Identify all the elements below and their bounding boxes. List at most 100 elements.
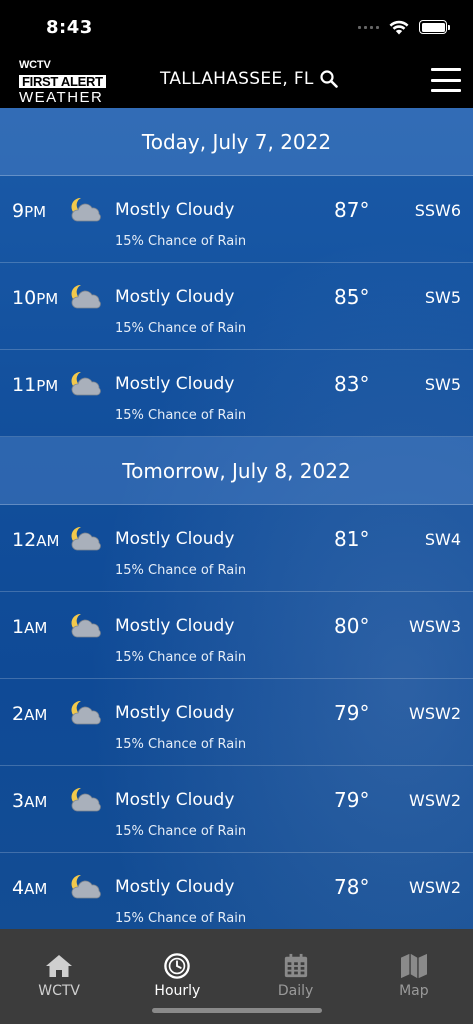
home-indicator xyxy=(152,1008,322,1013)
mostly-cloudy-night-icon xyxy=(68,370,104,398)
hour-ampm: AM xyxy=(36,532,60,550)
hour-condition: Mostly Cloudy xyxy=(115,790,235,810)
hour-number: 3 xyxy=(12,790,25,812)
app-header: WCTV FIRST ALERT WEATHER TALLAHASSEE, FL xyxy=(0,54,473,108)
status-time: 8:43 xyxy=(46,16,93,38)
hour-temperature: 85° xyxy=(334,285,370,309)
hour-temperature: 79° xyxy=(334,788,370,812)
hour-rain-chance: 15% Chance of Rain xyxy=(115,737,247,752)
hour-ampm: PM xyxy=(36,377,59,395)
wifi-icon xyxy=(389,20,409,34)
hour-wind: SW4 xyxy=(424,530,461,549)
logo-line3: WEATHER xyxy=(19,89,104,106)
status-icons xyxy=(358,20,450,35)
mostly-cloudy-night-icon xyxy=(68,786,104,814)
hour-temperature: 78° xyxy=(334,875,370,899)
day-header-today: Today, July 7, 2022 xyxy=(0,108,473,176)
tab-label: WCTV xyxy=(38,983,80,999)
hour-time: 2AM xyxy=(12,703,47,725)
hour-time: 3AM xyxy=(12,790,47,812)
hour-ampm: PM xyxy=(24,203,47,221)
tab-label: Daily xyxy=(277,983,314,999)
location-selector[interactable]: TALLAHASSEE, FL xyxy=(160,69,338,89)
battery-icon xyxy=(419,20,450,34)
hour-rain-chance: 15% Chance of Rain xyxy=(115,911,247,926)
calendar-icon xyxy=(284,953,307,978)
hour-condition: Mostly Cloudy xyxy=(115,616,235,636)
cellular-signal-icon xyxy=(358,25,379,29)
mostly-cloudy-night-icon xyxy=(68,283,104,311)
hour-rain-chance: 15% Chance of Rain xyxy=(115,563,247,578)
tab-map[interactable]: Map xyxy=(355,929,473,1024)
hour-ampm: AM xyxy=(24,793,48,811)
tab-label: Map xyxy=(399,983,429,999)
hour-temperature: 83° xyxy=(334,372,370,396)
hour-time: 1AM xyxy=(12,616,47,638)
mostly-cloudy-night-icon xyxy=(68,196,104,224)
hour-temperature: 79° xyxy=(334,701,370,725)
hour-number: 9 xyxy=(12,200,25,222)
menu-button[interactable] xyxy=(431,68,461,92)
hourly-forecast-list[interactable]: Today, July 7, 2022 9PM Mostly Cloudy 15% … xyxy=(0,108,473,929)
hour-time: 4AM xyxy=(12,877,47,899)
logo-line1: WCTV xyxy=(19,59,51,71)
hour-rain-chance: 15% Chance of Rain xyxy=(115,234,247,249)
hour-condition: Mostly Cloudy xyxy=(115,200,235,220)
hour-row[interactable]: 2AM Mostly Cloudy 15% Chance of Rain 79° WSW… xyxy=(0,679,473,766)
hour-row[interactable]: 3AM Mostly Cloudy 15% Chance of Rain 79° WSW… xyxy=(0,766,473,853)
hour-wind: WSW3 xyxy=(409,617,461,636)
mostly-cloudy-night-icon xyxy=(68,525,104,553)
hour-ampm: AM xyxy=(24,706,48,724)
location-label: TALLAHASSEE, FL xyxy=(160,69,314,89)
clock-icon xyxy=(164,953,191,979)
hour-ampm: AM xyxy=(24,880,48,898)
hour-row[interactable]: 4AM Mostly Cloudy 15% Chance of Rain 78° WSW… xyxy=(0,853,473,929)
hour-number: 12 xyxy=(12,529,37,551)
hour-number: 2 xyxy=(12,703,25,725)
hour-time: 11PM xyxy=(12,374,58,396)
hour-time: 12AM xyxy=(12,529,59,551)
hour-condition: Mostly Cloudy xyxy=(115,703,235,723)
hour-condition: Mostly Cloudy xyxy=(115,374,235,394)
tab-wctv[interactable]: WCTV xyxy=(0,929,118,1024)
tab-label: Hourly xyxy=(154,983,201,999)
hour-time: 9PM xyxy=(12,200,46,222)
hour-condition: Mostly Cloudy xyxy=(115,877,235,897)
mostly-cloudy-night-icon xyxy=(68,699,104,727)
hour-wind: SSW6 xyxy=(414,201,461,220)
hour-row[interactable]: 10PM Mostly Cloudy 15% Chance of Rain 85° SW… xyxy=(0,263,473,350)
hour-row[interactable]: 1AM Mostly Cloudy 15% Chance of Rain 80° WSW… xyxy=(0,592,473,679)
hour-wind: SW5 xyxy=(424,375,461,394)
wctv-logo[interactable]: WCTV FIRST ALERT WEATHER xyxy=(19,59,109,106)
day-title: Today, July 7, 2022 xyxy=(141,129,332,154)
hamburger-icon xyxy=(431,68,461,71)
day-title: Tomorrow, July 8, 2022 xyxy=(122,458,351,483)
hour-ampm: PM xyxy=(36,290,59,308)
day-header-tomorrow: Tomorrow, July 8, 2022 xyxy=(0,437,473,505)
hour-rain-chance: 15% Chance of Rain xyxy=(115,321,247,336)
hour-row[interactable]: 11PM Mostly Cloudy 15% Chance of Rain 83° SW… xyxy=(0,350,473,437)
hour-row[interactable]: 12AM Mostly Cloudy 15% Chance of Rain 81° SW… xyxy=(0,505,473,592)
hour-row[interactable]: 9PM Mostly Cloudy 15% Chance of Rain 87° SSW… xyxy=(0,176,473,263)
map-icon xyxy=(400,953,427,979)
hour-number: 10 xyxy=(12,287,37,309)
home-icon xyxy=(46,955,73,977)
hour-wind: WSW2 xyxy=(409,878,461,897)
search-icon xyxy=(320,70,338,88)
hour-temperature: 81° xyxy=(334,527,370,551)
hour-wind: SW5 xyxy=(424,288,461,307)
hour-condition: Mostly Cloudy xyxy=(115,287,235,307)
hour-temperature: 87° xyxy=(334,198,370,222)
hour-ampm: AM xyxy=(24,619,48,637)
status-bar: 8:43 xyxy=(0,0,473,54)
hour-time: 10PM xyxy=(12,287,58,309)
hour-rain-chance: 15% Chance of Rain xyxy=(115,408,247,423)
mostly-cloudy-night-icon xyxy=(68,873,104,901)
hour-wind: WSW2 xyxy=(409,704,461,723)
hour-rain-chance: 15% Chance of Rain xyxy=(115,824,247,839)
hour-number: 1 xyxy=(12,616,25,638)
mostly-cloudy-night-icon xyxy=(68,612,104,640)
hour-temperature: 80° xyxy=(334,614,370,638)
logo-line2: FIRST ALERT xyxy=(19,75,106,88)
hour-condition: Mostly Cloudy xyxy=(115,529,235,549)
